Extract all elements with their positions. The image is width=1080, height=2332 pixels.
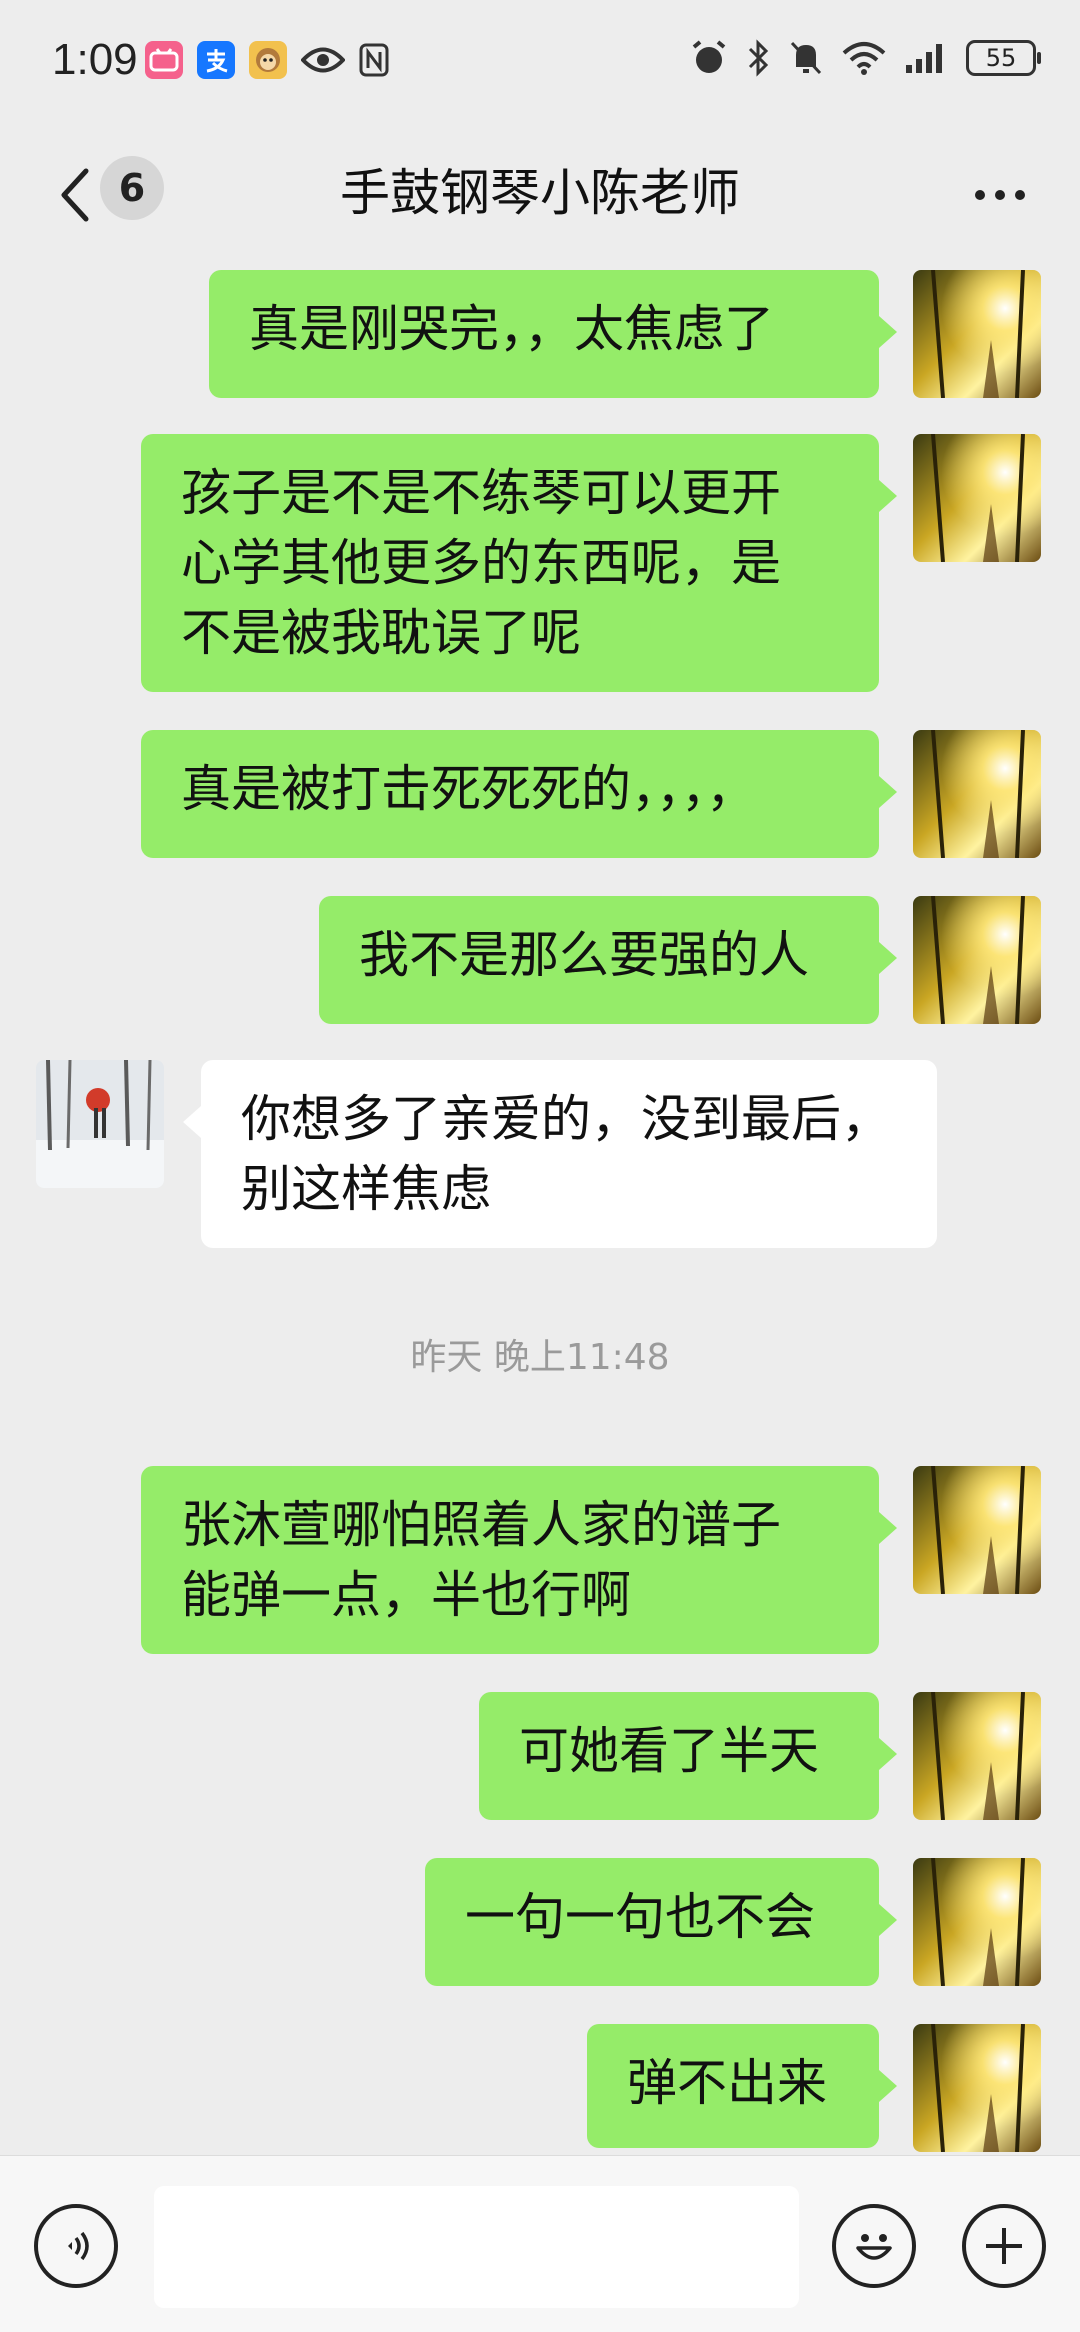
my-avatar[interactable] (913, 2024, 1041, 2152)
forest-sunlight-avatar-image (913, 1858, 1041, 1986)
incoming-message-bubble[interactable]: 你想多了亲爱的，没到最后， 别这样焦虑 (183, 1060, 937, 1248)
battery-icon: 55 (966, 40, 1041, 76)
status-time: 1:09 (52, 35, 138, 84)
outgoing-message-bubble[interactable]: 真是刚哭完，，太焦虑了 (209, 270, 897, 398)
forest-sunlight-avatar-image (913, 270, 1041, 398)
more-dot-icon (995, 190, 1005, 200)
status-bar: 1:09 55 (0, 0, 1080, 120)
my-avatar[interactable] (913, 896, 1041, 1024)
wifi-icon (842, 38, 886, 78)
my-avatar[interactable] (913, 270, 1041, 398)
my-avatar[interactable] (913, 730, 1041, 858)
mute-icon (788, 38, 824, 78)
forest-sunlight-avatar-image (913, 434, 1041, 562)
snow-forest-avatar-image (36, 1060, 164, 1188)
forest-sunlight-avatar-image (913, 730, 1041, 858)
forest-sunlight-avatar-image (913, 1466, 1041, 1594)
emoji-button[interactable] (832, 2204, 916, 2288)
outgoing-message-bubble[interactable]: 真是被打击死死死的，，，， (141, 730, 897, 858)
more-options-button[interactable] (960, 160, 1040, 230)
my-avatar[interactable] (913, 1692, 1041, 1820)
outgoing-message-bubble[interactable]: 一句一句也不会 (425, 1858, 897, 1986)
voice-input-button[interactable] (34, 2204, 118, 2288)
monkey-app-icon (249, 41, 287, 79)
back-button[interactable] (44, 160, 104, 230)
plus-icon (986, 2228, 1022, 2264)
bluetooth-icon (746, 38, 770, 78)
forest-sunlight-avatar-image (913, 896, 1041, 1024)
input-bar (0, 2155, 1080, 2332)
outgoing-message-bubble[interactable]: 我不是那么要强的人 (319, 896, 897, 1024)
chat-header: 6 手鼓钢琴小陈老师 (0, 120, 1080, 270)
my-avatar[interactable] (913, 1466, 1041, 1594)
more-functions-button[interactable] (962, 2204, 1046, 2288)
signal-icon (904, 38, 948, 78)
battery-level: 55 (985, 44, 1017, 72)
outgoing-message-bubble[interactable]: 孩子是不是不练琴可以更开 心学其他更多的东西呢，是 不是被我耽误了呢 (141, 434, 897, 692)
chevron-left-icon (61, 168, 89, 222)
outgoing-message-bubble[interactable]: 弹不出来 (587, 2024, 897, 2148)
contact-avatar[interactable] (36, 1060, 164, 1188)
more-dot-icon (1015, 190, 1025, 200)
message-list[interactable]: 真是刚哭完，，太焦虑了 孩子是不是不练琴可以更开 心学其他更多的东西呢，是 不是… (0, 270, 1080, 2155)
outgoing-message-bubble[interactable]: 张沐萱哪怕照着人家的谱子 能弹一点，半也行啊 (141, 1466, 897, 1654)
alipay-icon (197, 41, 235, 79)
voice-wave-icon (68, 2231, 89, 2261)
unread-count-badge[interactable]: 6 (100, 156, 164, 220)
message-text-input[interactable] (154, 2186, 799, 2308)
my-avatar[interactable] (913, 434, 1041, 562)
bilibili-icon (145, 41, 183, 79)
outgoing-message-bubble[interactable]: 可她看了半天 (479, 1692, 897, 1820)
eye-icon (301, 40, 345, 80)
my-avatar[interactable] (913, 1858, 1041, 1986)
alarm-icon (690, 38, 728, 78)
nfc-icon (359, 40, 389, 80)
status-app-icons (145, 40, 389, 80)
message-timestamp: 昨天 晚上11:48 (410, 1337, 670, 1378)
status-right-icons: 55 (690, 38, 1041, 78)
smiley-face-icon (856, 2234, 892, 2260)
forest-sunlight-avatar-image (913, 1692, 1041, 1820)
more-dot-icon (975, 190, 985, 200)
forest-sunlight-avatar-image (913, 2024, 1041, 2152)
